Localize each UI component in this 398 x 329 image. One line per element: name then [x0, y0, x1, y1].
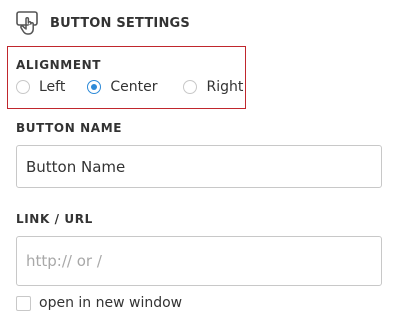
alignment-options: Left Center Right — [16, 79, 243, 95]
alignment-label: ALIGNMENT — [16, 58, 102, 72]
radio-label: Right — [206, 79, 244, 95]
radio-label: Center — [110, 79, 158, 95]
alignment-group: ALIGNMENT Left Center Right — [7, 46, 246, 109]
open-new-window-option[interactable]: open in new window — [16, 295, 182, 311]
link-url-label: LINK / URL — [16, 212, 93, 226]
button-cursor-icon — [16, 10, 40, 36]
alignment-center-radio[interactable]: Center — [87, 79, 157, 95]
open-new-window-label: open in new window — [39, 295, 183, 311]
radio-label: Left — [39, 79, 66, 95]
link-url-input[interactable] — [16, 236, 382, 286]
panel-title: BUTTON SETTINGS — [50, 15, 190, 31]
button-name-input[interactable] — [16, 145, 382, 188]
radio-dot — [91, 84, 98, 90]
open-new-window-checkbox[interactable] — [16, 295, 31, 311]
radio-circle[interactable] — [16, 80, 30, 94]
button-name-label: BUTTON NAME — [16, 121, 123, 135]
alignment-left-radio[interactable]: Left — [16, 79, 65, 95]
panel-header: BUTTON SETTINGS — [16, 10, 190, 36]
radio-circle-checked[interactable] — [87, 80, 102, 94]
radio-circle[interactable] — [183, 80, 198, 94]
alignment-right-radio[interactable]: Right — [183, 79, 243, 95]
